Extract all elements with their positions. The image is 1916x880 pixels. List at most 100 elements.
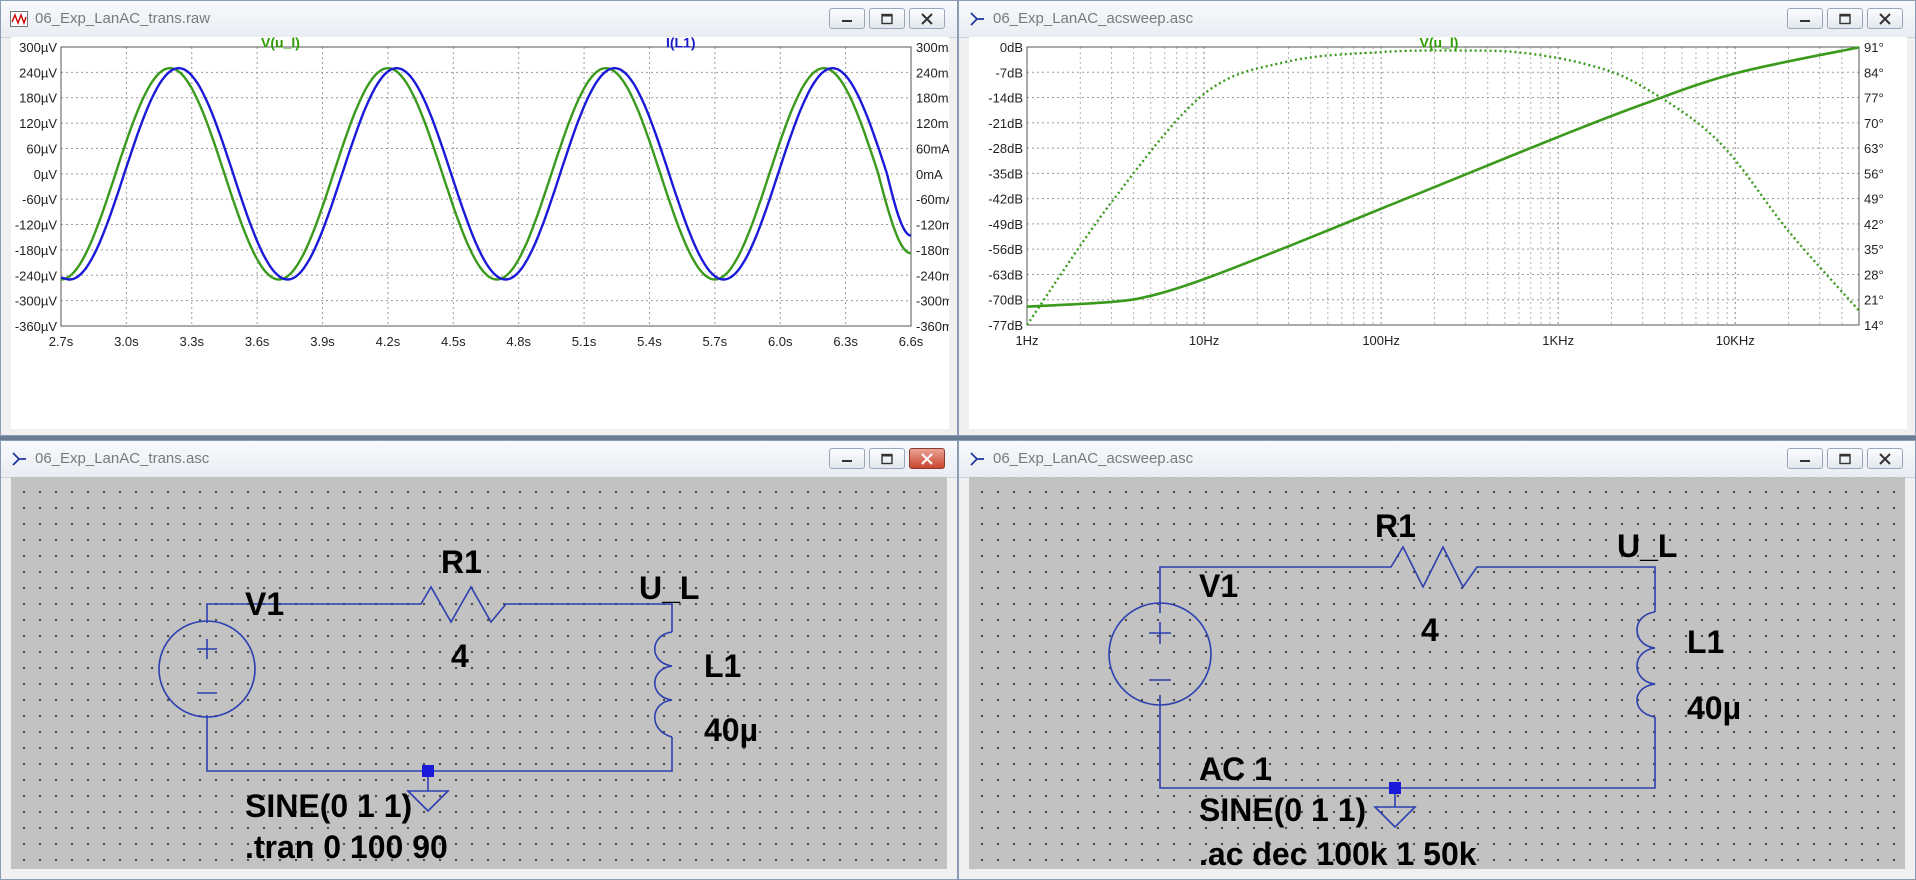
y-left-tick-label: -49dB — [988, 217, 1023, 232]
r1-value[interactable]: 4 — [451, 638, 469, 674]
y-left-tick-label: 0µV — [34, 167, 58, 182]
minimize-button[interactable] — [1787, 8, 1823, 29]
inductor-l1[interactable] — [654, 631, 673, 738]
trace-magnitude[interactable] — [1026, 46, 1860, 308]
titlebar[interactable]: 06_Exp_LanAC_trans.raw — [1, 1, 957, 38]
y-right-tick-label: 63° — [1864, 141, 1884, 156]
junction-node[interactable] — [422, 765, 434, 777]
ac-plot-window[interactable]: 06_Exp_LanAC_acsweep.asc 0dB 91° -7dB 84° -1… — [958, 0, 1916, 436]
spice-directive[interactable]: .tran 0 100 90 — [245, 829, 448, 865]
schematic-canvas[interactable]: V1 R1 4 U_L L1 40µ AC 1 SINE(0 1 1) .ac … — [969, 477, 1905, 871]
y-right-tick-label: 120mA — [916, 116, 949, 131]
x-tick-label: 6.0s — [768, 334, 793, 349]
titlebar[interactable]: 06_Exp_LanAC_acsweep.asc — [959, 1, 1915, 38]
y-left-tick-label: -42dB — [988, 192, 1023, 207]
y-right-tick-label: 84° — [1864, 65, 1884, 80]
trans-chart[interactable]: 300µV 300mA 240µV 240mA 180µV 180mA 120µV 120mA… — [11, 37, 949, 429]
x-tick-label: 5.1s — [572, 334, 597, 349]
minimize-button[interactable] — [829, 448, 865, 469]
y-right-tick-label: 60mA — [916, 141, 949, 156]
close-button[interactable] — [1867, 8, 1903, 29]
inductor-l1[interactable] — [1636, 611, 1656, 718]
v1-label[interactable]: V1 — [1199, 568, 1238, 604]
minimize-icon — [842, 459, 852, 462]
y-left-tick-label: -60µV — [22, 192, 57, 207]
y-left-tick-label: -7dB — [996, 65, 1023, 80]
close-icon — [1879, 452, 1891, 465]
y-left-tick-label: 60µV — [26, 141, 57, 156]
l1-label[interactable]: L1 — [1687, 624, 1724, 660]
voltage-source-v1[interactable] — [158, 620, 256, 718]
v1-label[interactable]: V1 — [245, 586, 284, 622]
wire[interactable] — [1159, 566, 1381, 613]
l1-value[interactable]: 40µ — [704, 712, 758, 748]
y-right-tick-label: 300mA — [916, 40, 949, 55]
trans-plot-window[interactable]: 06_Exp_LanAC_trans.raw 300µV 300mA 240µV 24… — [0, 0, 958, 436]
trans-plot-area[interactable]: 300µV 300mA 240µV 240mA 180µV 180mA 120µV 120mA… — [11, 37, 949, 429]
x-tick-label: 6.6s — [899, 334, 924, 349]
l1-label[interactable]: L1 — [704, 648, 741, 684]
trace-label-i-l1: I(L1) — [666, 37, 696, 50]
plot-frame — [1026, 46, 1860, 326]
y-right-tick-label: -60mA — [916, 192, 949, 207]
schematic-canvas[interactable]: V1 R1 4 U_L L1 40µ SINE(0 1 1) .tran 0 1… — [11, 477, 947, 869]
close-button[interactable] — [909, 448, 945, 469]
maximize-button[interactable] — [869, 8, 905, 29]
trace-phase[interactable] — [1026, 49, 1860, 326]
junction-node[interactable] — [1389, 782, 1401, 794]
schematic-app-icon — [12, 452, 26, 466]
l1-value[interactable]: 40µ — [1687, 690, 1741, 726]
y-left-tick-label: -360µV — [15, 319, 58, 334]
source-ac-value[interactable]: AC 1 — [1199, 751, 1272, 787]
ac-plot-area[interactable]: 0dB 91° -7dB 84° -14dB 77° -21dB 70° -28dB 63° -35… — [969, 37, 1907, 429]
titlebar[interactable]: 06_Exp_LanAC_acsweep.asc — [959, 441, 1915, 478]
y-right-tick-label: -300mA — [916, 294, 949, 309]
resistor-r1[interactable] — [1381, 545, 1485, 589]
r1-label[interactable]: R1 — [1375, 508, 1416, 544]
y-right-tick-label: 0mA — [916, 167, 943, 182]
y-right-tick-label: 49° — [1864, 192, 1884, 207]
voltage-source-v1[interactable] — [1108, 602, 1212, 706]
y-left-tick-label: -35dB — [988, 166, 1023, 181]
minimize-button[interactable] — [1787, 448, 1823, 469]
r1-value[interactable]: 4 — [1421, 612, 1439, 648]
ac-chart[interactable]: 0dB 91° -7dB 84° -14dB 77° -21dB 70° -28dB 63° -35… — [969, 37, 1907, 429]
y-left-tick-label: -14dB — [988, 91, 1023, 106]
wire[interactable] — [1485, 566, 1656, 612]
node-label-u-l[interactable]: U_L — [1617, 528, 1677, 564]
close-icon — [1879, 12, 1891, 25]
maximize-button[interactable] — [1827, 8, 1863, 29]
maximize-icon — [1839, 13, 1851, 24]
y-right-tick-label: 28° — [1864, 267, 1884, 282]
resistor-r1[interactable] — [411, 585, 514, 624]
close-button[interactable] — [909, 8, 945, 29]
y-right-tick-label: 77° — [1864, 91, 1884, 106]
r1-label[interactable]: R1 — [441, 544, 482, 580]
node-label-u-l[interactable]: U_L — [639, 570, 699, 606]
maximize-icon — [881, 453, 893, 464]
x-tick-label: 100Hz — [1362, 333, 1400, 348]
maximize-button[interactable] — [869, 448, 905, 469]
maximize-button[interactable] — [1827, 448, 1863, 469]
x-tick-label: 4.8s — [506, 334, 531, 349]
minimize-icon — [1800, 459, 1810, 462]
window-title: 06_Exp_LanAC_trans.raw — [35, 10, 211, 27]
y-right-tick-label: 70° — [1864, 116, 1884, 131]
minimize-button[interactable] — [829, 8, 865, 29]
maximize-icon — [1839, 453, 1851, 464]
trans-schematic-window[interactable]: 06_Exp_LanAC_trans.asc V1 R1 4 U_L L1 40… — [0, 440, 958, 880]
wire[interactable] — [206, 715, 673, 772]
y-left-tick-label: -180µV — [15, 243, 58, 258]
spice-directive[interactable]: .ac dec 100k 1 50k — [1199, 836, 1477, 871]
minimize-icon — [842, 19, 852, 22]
wire[interactable] — [206, 603, 411, 623]
titlebar[interactable]: 06_Exp_LanAC_trans.asc — [1, 441, 957, 478]
y-left-tick-label: -120µV — [15, 218, 58, 233]
source-value[interactable]: SINE(0 1 1) — [1199, 792, 1366, 828]
y-left-tick-label: 180µV — [19, 91, 57, 106]
x-tick-label: 1KHz — [1542, 333, 1574, 348]
source-value[interactable]: SINE(0 1 1) — [245, 788, 412, 824]
ac-schematic-window[interactable]: 06_Exp_LanAC_acsweep.asc V1 R1 4 U_L L1 … — [958, 440, 1916, 880]
close-button[interactable] — [1867, 448, 1903, 469]
wire[interactable] — [514, 603, 673, 632]
